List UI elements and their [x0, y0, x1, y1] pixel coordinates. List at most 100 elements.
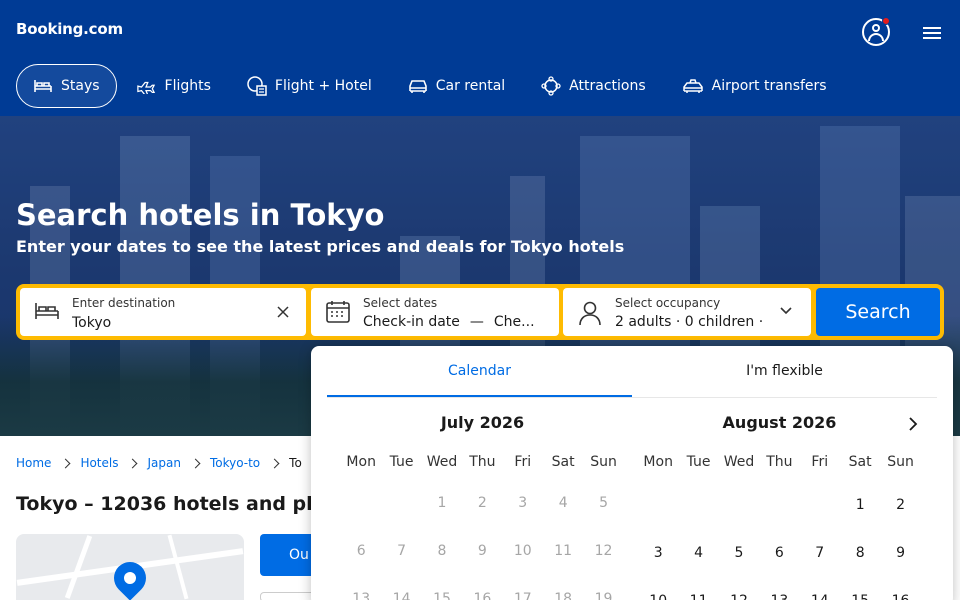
day-cell: 11 — [554, 543, 573, 559]
day-cell[interactable]: 9 — [880, 540, 920, 566]
day-cell: 13 — [352, 591, 371, 600]
destination-label: Enter destination — [72, 296, 176, 310]
day-cell[interactable]: 14 — [800, 588, 840, 600]
day-cell: 10 — [513, 543, 532, 559]
nav-label: Stays — [61, 78, 100, 94]
nav-flight-hotel[interactable]: Flight + Hotel — [231, 64, 388, 108]
day-cell-empty — [800, 492, 840, 518]
car-icon — [408, 80, 427, 93]
day-cell[interactable]: 10 — [638, 588, 678, 600]
nav-flights[interactable]: Flights — [121, 64, 227, 108]
month-grid: Mon Tue Wed Thu Fri Sat Sun 1 2 3 4 5 6 … — [341, 454, 624, 600]
destination-field[interactable]: Enter destination — [20, 288, 306, 336]
bed-icon — [35, 303, 59, 319]
day-cell: 8 — [437, 543, 447, 559]
week-row: 13 14 15 16 17 18 19 — [341, 586, 624, 600]
day-cell[interactable]: 4 — [678, 540, 718, 566]
dates-value: Check-in date — Che... — [363, 314, 543, 330]
nav-label: Attractions — [569, 78, 646, 94]
breadcrumb-tokyo-to[interactable]: Tokyo-to — [210, 456, 260, 470]
date-separator: — — [469, 314, 484, 330]
calendar-icon — [326, 301, 350, 323]
day-cell[interactable]: 12 — [719, 588, 759, 600]
map-thumbnail[interactable] — [16, 534, 244, 600]
main-nav: Stays Flights Flight + Hotel Car rental … — [16, 64, 847, 108]
date-picker-tabs: Calendar I'm flexible — [327, 346, 937, 398]
search-bar: Enter destination Select dates Check-in … — [16, 284, 944, 340]
nav-label: Car rental — [435, 78, 506, 94]
chevron-down-icon[interactable] — [779, 306, 793, 316]
day-cell[interactable]: 7 — [800, 540, 840, 566]
day-cell[interactable]: 5 — [719, 540, 759, 566]
bed-icon — [34, 80, 52, 92]
day-cell-empty — [719, 492, 759, 518]
tab-calendar[interactable]: Calendar — [327, 346, 632, 397]
week-row: 1 2 3 4 5 — [341, 490, 624, 516]
breadcrumb: Home Hotels Japan Tokyo-to To — [16, 456, 302, 470]
page-subtitle: Enter your dates to see the latest price… — [16, 237, 625, 256]
weekday-label: Fri — [514, 454, 532, 470]
weekday-label: Sat — [551, 454, 575, 470]
menu-button[interactable] — [920, 24, 944, 42]
day-cell[interactable]: 16 — [880, 588, 920, 600]
clear-icon[interactable] — [276, 305, 290, 319]
user-icon — [872, 24, 880, 32]
chevron-right-icon — [128, 458, 138, 468]
day-cell: 16 — [473, 591, 492, 600]
day-cell: 4 — [558, 495, 568, 511]
nav-stays[interactable]: Stays — [16, 64, 117, 108]
chevron-right-icon[interactable] — [905, 416, 921, 432]
day-cell[interactable]: 6 — [759, 540, 799, 566]
day-cell: 2 — [477, 495, 487, 511]
person-icon — [579, 301, 601, 326]
day-cell: 14 — [392, 591, 411, 600]
breadcrumb-home[interactable]: Home — [16, 456, 51, 470]
day-cell[interactable]: 11 — [678, 588, 718, 600]
page-title: Search hotels in Tokyo — [16, 198, 385, 232]
weekday-label: Tue — [389, 454, 414, 470]
checkout-text: Che... — [493, 314, 535, 330]
weekday-label: Fri — [811, 454, 829, 470]
destination-input[interactable] — [72, 314, 262, 332]
weekday-label: Wed — [723, 454, 755, 470]
day-cell[interactable]: 8 — [840, 540, 880, 566]
top-bar: Booking.com Stays Flights Flight + Hotel… — [0, 0, 960, 116]
week-row: 1 2 — [638, 492, 921, 518]
day-cell[interactable]: 15 — [840, 588, 880, 600]
chevron-right-icon — [60, 458, 71, 468]
day-cell[interactable]: 3 — [638, 540, 678, 566]
taxi-icon — [682, 79, 703, 93]
occupancy-field[interactable]: Select occupancy 2 adults · 0 children · — [563, 288, 811, 336]
hamburger-icon — [923, 27, 941, 29]
day-cell: 7 — [397, 543, 407, 559]
tab-flexible[interactable]: I'm flexible — [632, 346, 937, 397]
account-button[interactable] — [862, 17, 890, 46]
dates-field[interactable]: Select dates Check-in date — Che... — [311, 288, 559, 336]
weekday-label: Mon — [643, 454, 673, 470]
nav-attractions[interactable]: Attractions — [525, 64, 661, 108]
day-cell-empty — [381, 490, 421, 516]
day-cell-empty — [678, 492, 718, 518]
day-cell[interactable]: 1 — [840, 492, 880, 518]
breadcrumb-japan[interactable]: Japan — [147, 456, 180, 470]
plane-hotel-icon — [247, 76, 267, 96]
day-cell[interactable]: 13 — [759, 588, 799, 600]
nav-airport-transfers[interactable]: Airport transfers — [666, 64, 843, 108]
nav-car-rental[interactable]: Car rental — [392, 64, 521, 108]
day-cell[interactable]: 2 — [880, 492, 920, 518]
dates-label: Select dates — [363, 296, 438, 310]
breadcrumb-hotels[interactable]: Hotels — [80, 456, 118, 470]
day-cell: 1 — [437, 495, 447, 511]
week-row: 6 7 8 9 10 11 12 — [341, 538, 624, 564]
occupancy-label: Select occupancy — [615, 296, 721, 310]
attractions-icon — [541, 76, 561, 96]
breadcrumb-current: To — [289, 456, 302, 470]
notification-dot — [882, 17, 890, 25]
day-cell: 17 — [513, 591, 532, 600]
weekday-label: Sun — [590, 454, 617, 470]
search-button[interactable]: Search — [816, 288, 940, 336]
weekday-row: Mon Tue Wed Thu Fri Sat Sun — [341, 454, 624, 470]
weekday-row: Mon Tue Wed Thu Fri Sat Sun — [638, 454, 921, 470]
brand-logo[interactable]: Booking.com — [16, 20, 123, 38]
map-road — [167, 534, 189, 600]
